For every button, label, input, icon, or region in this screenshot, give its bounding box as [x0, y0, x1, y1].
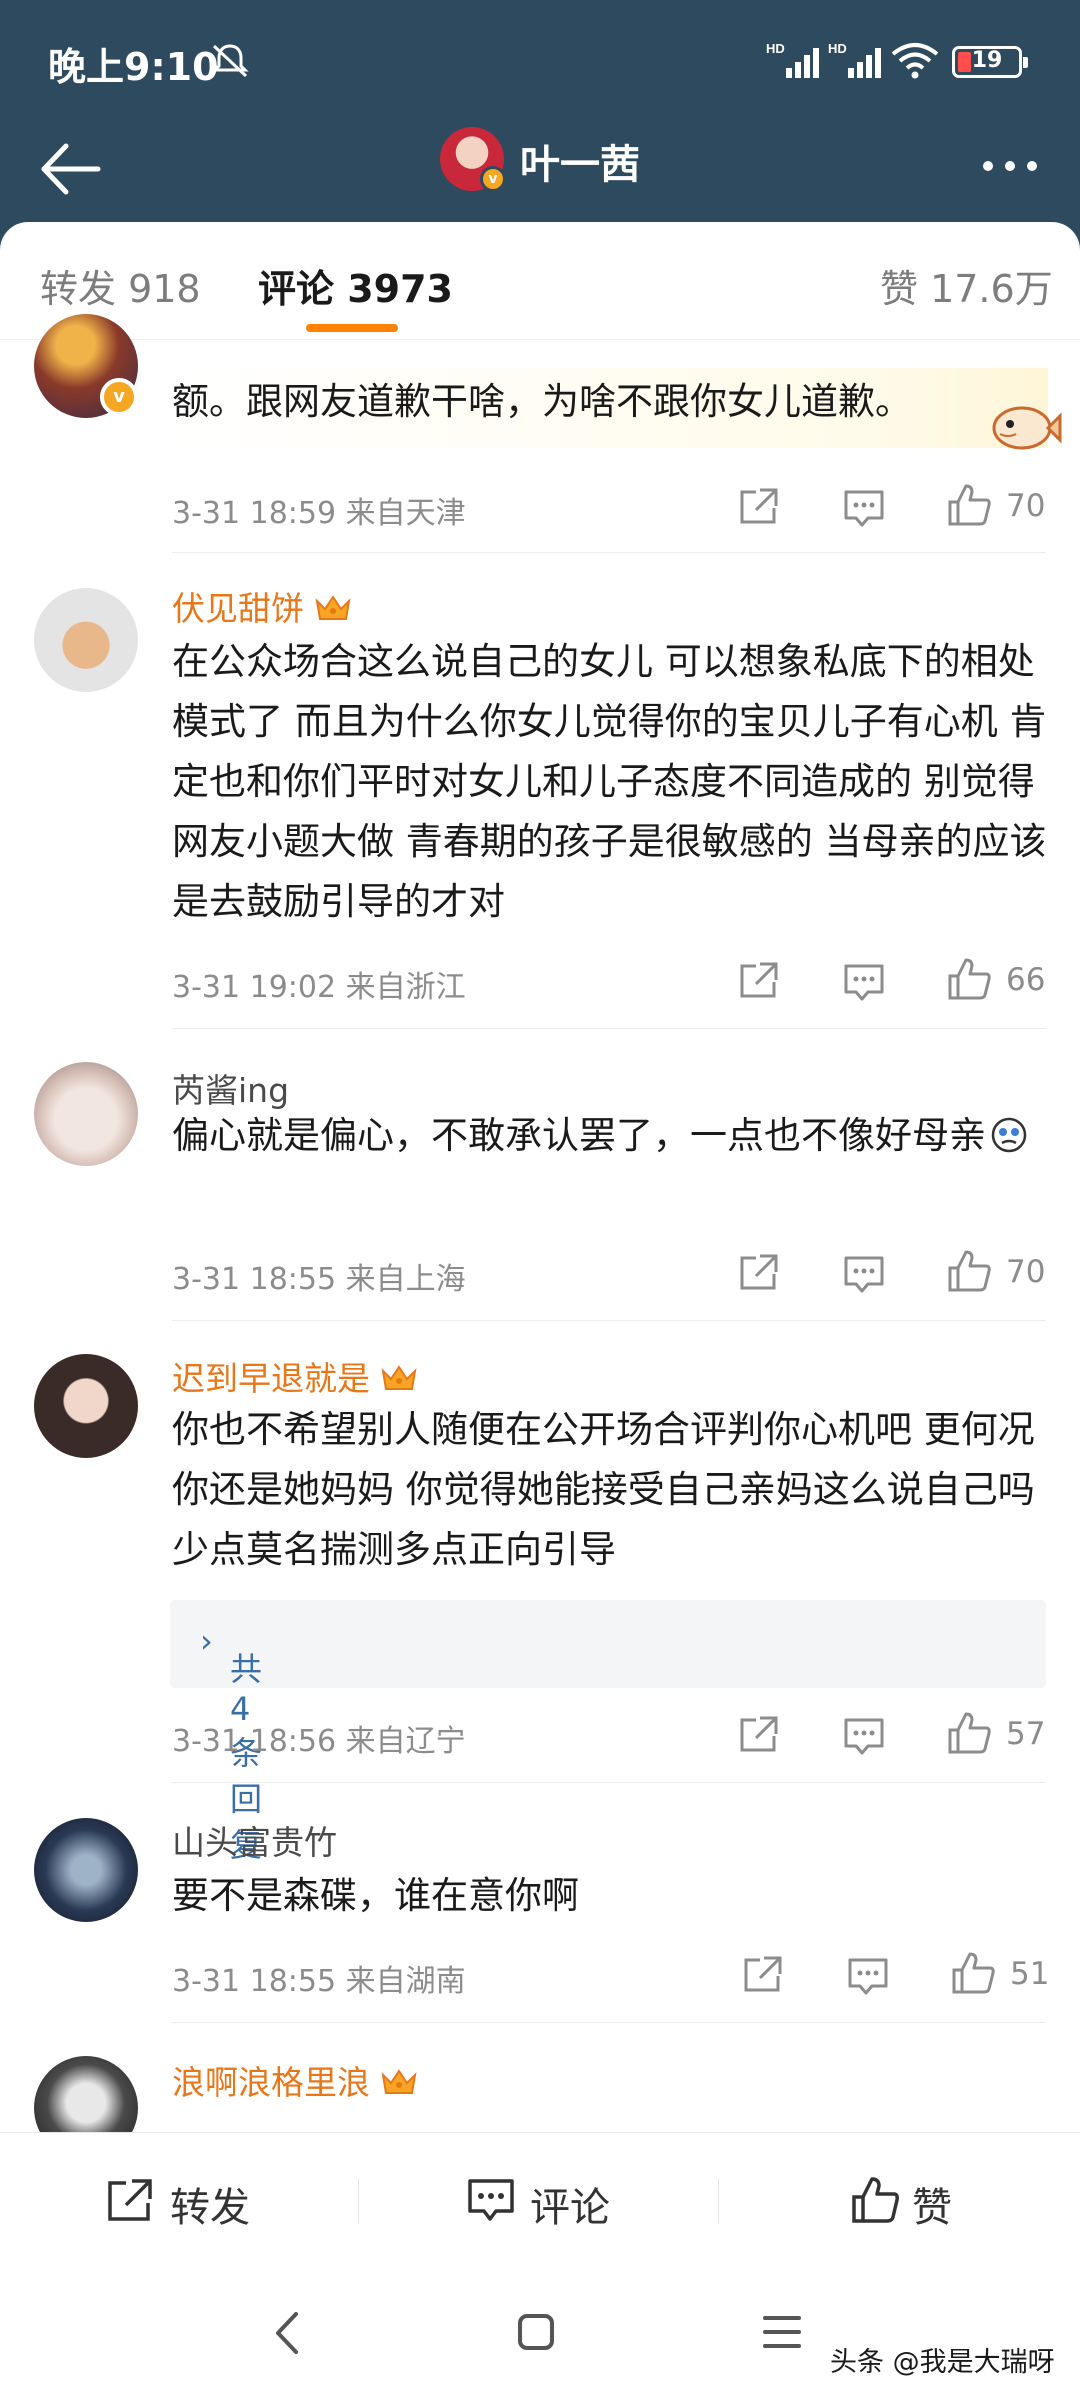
comment-time-location: 3-31 18:56 来自辽宁 — [172, 1724, 466, 1759]
comment-time-location: 3-31 18:59 来自天津 — [172, 496, 466, 531]
system-home-icon[interactable] — [516, 2312, 556, 2352]
commenter-avatar[interactable] — [34, 1354, 138, 1458]
top-header: 晚上9:10 HD HD 19 v 叶一茜 — [0, 0, 1080, 250]
like-count: 70 — [1006, 1254, 1046, 1290]
commenter-name[interactable]: 芮酱ing — [172, 1064, 289, 1112]
reply-icon[interactable] — [842, 1716, 886, 1756]
repost-icon — [108, 2179, 152, 2221]
fish-sticker-icon — [992, 406, 1062, 450]
commenter-name-text: 迟到早退就是 — [172, 1359, 370, 1398]
like-count: 51 — [1010, 1956, 1050, 1992]
reply-icon[interactable] — [842, 1254, 886, 1294]
comment-divider — [172, 1028, 1046, 1029]
author-name[interactable]: 叶一茜 — [520, 132, 640, 190]
commenter-name-text: 伏见甜饼 — [172, 589, 304, 628]
commenter-avatar[interactable] — [34, 1062, 138, 1166]
comment-label: 评论 — [530, 2185, 610, 2231]
comment-time-location: 3-31 18:55 来自上海 — [172, 1262, 466, 1297]
commenter-name[interactable]: 山头富贵竹 — [172, 1816, 337, 1864]
comment-divider — [172, 552, 1046, 553]
tab-likes[interactable]: 赞 17.6万 — [880, 258, 1053, 313]
comment-time-location: 3-31 19:02 来自浙江 — [172, 970, 466, 1005]
watermark-text: 头条 @我是大瑞呀 — [830, 2347, 1055, 2378]
action-divider — [358, 2179, 359, 2223]
share-icon[interactable] — [738, 960, 780, 1000]
vip-crown-icon — [315, 595, 351, 620]
system-navigation-bar — [0, 2268, 1080, 2400]
like-label: 赞 — [912, 2185, 952, 2231]
comment-divider — [172, 1320, 1046, 1321]
commenter-avatar[interactable] — [34, 1818, 138, 1922]
share-icon[interactable] — [742, 1954, 784, 1994]
comment-text-content: 偏心就是偏心，不敢承认罢了，一点也不像好母亲 — [172, 1114, 986, 1157]
like-icon — [852, 2177, 899, 2223]
battery-icon: 19 — [952, 46, 1028, 78]
view-replies-button[interactable]: 共4条回复 › — [170, 1600, 1046, 1864]
share-icon[interactable] — [738, 1714, 780, 1754]
comment-text: 额。跟网友道歉干啥，为啥不跟你女儿道歉。 — [172, 380, 912, 423]
like-thumb-icon[interactable] — [946, 482, 992, 528]
content-card — [0, 222, 1080, 2400]
like-thumb-icon[interactable] — [946, 1710, 992, 1756]
silent-mode-icon — [211, 44, 249, 78]
battery-level: 19 — [971, 48, 1003, 73]
reply-icon[interactable] — [842, 488, 886, 528]
vip-crown-icon — [381, 2069, 417, 2094]
view-replies-label: 共4条回复 › — [200, 1622, 263, 1864]
like-thumb-icon[interactable] — [950, 1950, 996, 1996]
comment-text: 在公众场合这么说自己的女儿 可以想象私底下的相处模式了 而且为什么你女儿觉得你的… — [172, 640, 1047, 923]
comment-text: 偏心就是偏心，不敢承认罢了，一点也不像好母亲 — [172, 1106, 1052, 1166]
bottom-action-bar: 转发 评论 赞 — [0, 2132, 1080, 2268]
commenter-name[interactable]: 迟到早退就是 — [172, 1352, 418, 1400]
status-time: 晚上9:10 — [48, 45, 219, 89]
like-count: 70 — [1006, 488, 1046, 524]
comment-time-location: 3-31 18:55 来自湖南 — [172, 1964, 466, 1999]
repost-button[interactable]: 转发 — [0, 2133, 360, 2269]
comment-divider — [172, 2022, 1046, 2023]
comment-button[interactable]: 评论 — [360, 2133, 720, 2269]
tab-active-indicator — [306, 324, 398, 332]
system-back-icon[interactable] — [272, 2310, 302, 2356]
repost-label: 转发 — [170, 2185, 250, 2231]
commenter-name[interactable]: 伏见甜饼 — [172, 582, 352, 630]
signal-1-icon: HD — [766, 40, 824, 84]
like-count: 66 — [1006, 962, 1046, 998]
comment-icon — [468, 2179, 514, 2221]
action-divider — [718, 2179, 719, 2223]
tab-bar: 转发 918 评论 3973 赞 17.6万 — [0, 222, 1080, 340]
tab-repost[interactable]: 转发 918 — [40, 258, 201, 313]
status-bar: 晚上9:10 HD HD 19 — [0, 0, 1080, 120]
tab-comments[interactable]: 评论 3973 — [258, 258, 453, 313]
system-menu-icon[interactable] — [762, 2312, 802, 2352]
network-type-1: HD — [766, 41, 785, 56]
commenter-avatar[interactable] — [34, 588, 138, 692]
comment-text: 你也不希望别人随便在公开场合评判你心机吧 更何况你还是她妈妈 你觉得她能接受自己… — [172, 1408, 1035, 1571]
commenter-name[interactable]: 浪啊浪格里浪 — [172, 2056, 418, 2104]
reply-icon[interactable] — [846, 1956, 890, 1996]
more-options-icon[interactable] — [980, 156, 1040, 176]
verified-badge-icon: v — [480, 166, 506, 192]
like-count: 57 — [1006, 1716, 1046, 1752]
like-thumb-icon[interactable] — [946, 956, 992, 1002]
share-icon[interactable] — [738, 486, 780, 526]
reply-icon[interactable] — [842, 962, 886, 1002]
nav-bar: v 叶一茜 — [0, 118, 1080, 218]
back-arrow-icon[interactable] — [36, 134, 106, 204]
network-type-2: HD — [828, 41, 847, 56]
verified-badge-icon: v — [100, 378, 138, 416]
vip-crown-icon — [381, 1365, 417, 1390]
share-icon[interactable] — [738, 1252, 780, 1292]
like-button[interactable]: 赞 — [720, 2133, 1080, 2269]
like-thumb-icon[interactable] — [946, 1248, 992, 1294]
signal-2-icon: HD — [828, 40, 886, 84]
comment-text: 要不是森碟，谁在意你啊 — [172, 1874, 579, 1917]
comment-divider — [172, 1782, 1046, 1783]
emoji-face-icon — [991, 1117, 1027, 1153]
wifi-icon — [891, 43, 939, 79]
commenter-name-text: 浪啊浪格里浪 — [172, 2063, 370, 2102]
